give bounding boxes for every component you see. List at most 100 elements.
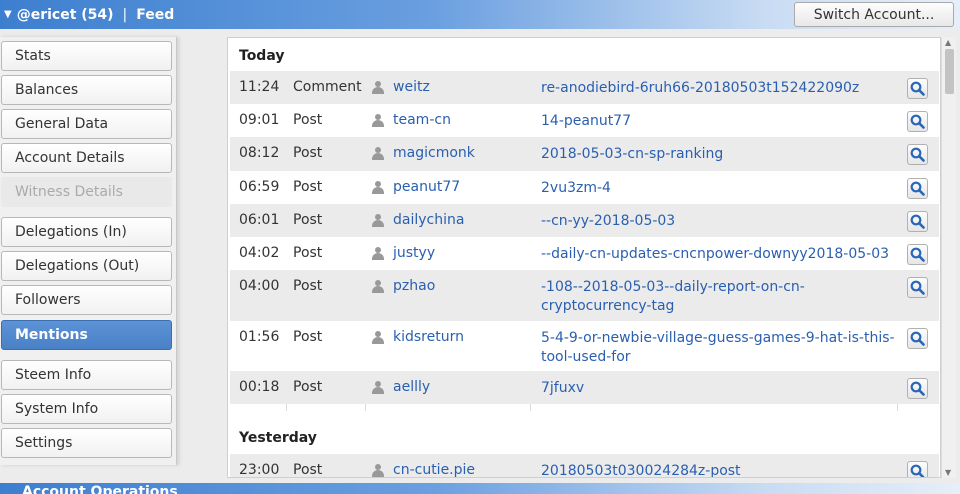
- sidebar-item-steem-info[interactable]: Steem Info: [1, 360, 172, 390]
- search-icon: [910, 147, 925, 162]
- search-icon: [910, 331, 925, 346]
- vertical-scrollbar[interactable]: ▲ ▼: [941, 37, 956, 478]
- table-row: 11:24 Comment weitz re-anodiebird-6ruh66…: [230, 71, 939, 104]
- row-permlink[interactable]: --cn-yy-2018-05-03: [541, 212, 896, 231]
- account-operations-label: Account Operations: [22, 484, 178, 494]
- scroll-thumb[interactable]: [945, 49, 954, 94]
- row-user-name[interactable]: dailychina: [393, 212, 464, 228]
- row-permlink[interactable]: re-anodiebird-6ruh66-20180503t152422090z: [541, 79, 896, 98]
- search-icon: [910, 247, 925, 262]
- title-bar: ▼ @ericet (54) | Feed Switch Account...: [0, 0, 960, 29]
- row-user[interactable]: pzhao: [372, 278, 435, 294]
- sidebar-item-balances[interactable]: Balances: [1, 75, 172, 105]
- row-time: 01:56: [239, 329, 280, 345]
- user-icon: [372, 463, 384, 477]
- sidebar-item-witness-details: Witness Details: [1, 177, 172, 207]
- row-user-name[interactable]: cn-cutie.pie: [393, 462, 475, 477]
- sidebar-item-settings[interactable]: Settings: [1, 428, 172, 458]
- search-icon: [910, 280, 925, 295]
- sidebar-item-followers[interactable]: Followers: [1, 285, 172, 315]
- search-button[interactable]: [907, 328, 928, 349]
- title-separator: |: [122, 6, 128, 23]
- sidebar-item-general-data[interactable]: General Data: [1, 109, 172, 139]
- table-row: 01:56 Post kidsreturn 5-4-9-or-newbie-vi…: [230, 321, 939, 371]
- row-type: Post: [293, 379, 323, 395]
- row-user[interactable]: team-cn: [372, 112, 451, 128]
- row-type: Post: [293, 145, 323, 161]
- row-user[interactable]: magicmonk: [372, 145, 475, 161]
- row-permlink[interactable]: --daily-cn-updates-cncnpower-downyy2018-…: [541, 245, 896, 264]
- row-permlink[interactable]: 2018-05-03-cn-sp-ranking: [541, 145, 896, 164]
- row-user-name[interactable]: pzhao: [393, 278, 435, 294]
- table-row: 04:00 Post pzhao -108--2018-05-03--daily…: [230, 270, 939, 321]
- row-permlink[interactable]: 14-peanut77: [541, 112, 896, 131]
- sidebar-item-account-details[interactable]: Account Details: [1, 143, 172, 173]
- row-user-name[interactable]: weitz: [393, 79, 430, 95]
- search-button[interactable]: [907, 277, 928, 298]
- user-icon: [372, 380, 384, 394]
- row-permlink[interactable]: 2vu3zm-4: [541, 179, 896, 198]
- row-permlink[interactable]: -108--2018-05-03--daily-report-on-cn-cry…: [541, 278, 896, 316]
- sidebar-item-delegations-out[interactable]: Delegations (Out): [1, 251, 172, 281]
- row-type: Post: [293, 278, 323, 294]
- user-icon: [372, 146, 384, 160]
- row-user[interactable]: kidsreturn: [372, 329, 464, 345]
- search-button[interactable]: [907, 244, 928, 265]
- row-time: 09:01: [239, 112, 280, 128]
- section-heading-today: Today: [239, 48, 285, 64]
- search-button[interactable]: [907, 211, 928, 232]
- user-icon: [372, 330, 384, 344]
- user-icon: [372, 113, 384, 127]
- row-user[interactable]: weitz: [372, 79, 430, 95]
- sidebar-item-system-info[interactable]: System Info: [1, 394, 172, 424]
- user-icon: [372, 213, 384, 227]
- section-heading-yesterday: Yesterday: [239, 430, 317, 446]
- row-user-name[interactable]: magicmonk: [393, 145, 475, 161]
- row-user-name[interactable]: justyy: [393, 245, 435, 261]
- table-row: 09:01 Post team-cn 14-peanut77: [230, 104, 939, 137]
- row-time: 06:59: [239, 179, 280, 195]
- table-row: 08:12 Post magicmonk 2018-05-03-cn-sp-ra…: [230, 137, 939, 171]
- row-user[interactable]: cn-cutie.pie: [372, 462, 475, 477]
- search-button[interactable]: [907, 144, 928, 165]
- scroll-down-arrow-icon[interactable]: ▼: [945, 468, 951, 477]
- row-permlink[interactable]: 5-4-9-or-newbie-village-guess-games-9-ha…: [541, 329, 896, 367]
- table-row: 23:00 Post cn-cutie.pie 20180503t0300242…: [230, 454, 939, 478]
- row-time: 11:24: [239, 79, 280, 95]
- row-user[interactable]: peanut77: [372, 179, 460, 195]
- account-operations-bar[interactable]: Account Operations: [0, 483, 960, 494]
- row-type: Post: [293, 179, 323, 195]
- row-user-name[interactable]: team-cn: [393, 112, 451, 128]
- user-icon: [372, 279, 384, 293]
- switch-account-button[interactable]: Switch Account...: [794, 2, 954, 27]
- account-name: @ericet (54): [16, 6, 114, 23]
- sidebar-item-delegations-in[interactable]: Delegations (In): [1, 217, 172, 247]
- row-user[interactable]: dailychina: [372, 212, 464, 228]
- feed-panel: Today 11:24 Comment weitz re-anodiebird-…: [227, 37, 941, 478]
- row-time: 04:02: [239, 245, 280, 261]
- row-time: 00:18: [239, 379, 280, 395]
- search-button[interactable]: [907, 178, 928, 199]
- search-icon: [910, 114, 925, 129]
- sidebar-item-stats[interactable]: Stats: [1, 41, 172, 71]
- row-time: 23:00: [239, 462, 280, 478]
- scroll-up-arrow-icon[interactable]: ▲: [945, 38, 951, 47]
- row-user-name[interactable]: kidsreturn: [393, 329, 464, 345]
- search-button[interactable]: [907, 461, 928, 477]
- search-button[interactable]: [907, 78, 928, 99]
- row-user-name[interactable]: peanut77: [393, 179, 460, 195]
- row-time: 04:00: [239, 278, 280, 294]
- collapse-triangle-icon[interactable]: ▼: [4, 9, 12, 20]
- row-type: Post: [293, 212, 323, 228]
- row-user-name[interactable]: aellly: [393, 379, 430, 395]
- sidebar-item-mentions[interactable]: Mentions: [1, 320, 172, 350]
- search-button[interactable]: [907, 378, 928, 399]
- row-type: Comment: [293, 79, 362, 95]
- row-permlink[interactable]: 7jfuxv: [541, 379, 896, 398]
- row-user[interactable]: justyy: [372, 245, 435, 261]
- search-icon: [910, 381, 925, 396]
- search-button[interactable]: [907, 111, 928, 132]
- search-icon: [910, 214, 925, 229]
- row-permlink[interactable]: 20180503t030024284z-post: [541, 462, 896, 477]
- row-user[interactable]: aellly: [372, 379, 430, 395]
